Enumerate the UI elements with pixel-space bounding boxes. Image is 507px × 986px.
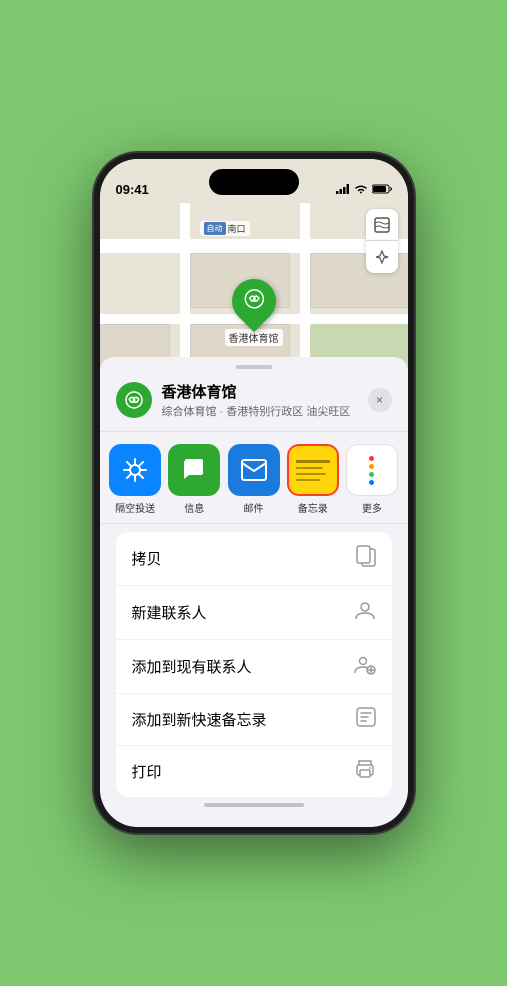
map-label-text: 南口	[228, 222, 246, 235]
new-contact-icon	[354, 599, 376, 626]
action-quick-note[interactable]: 添加到新快速备忘录	[116, 694, 392, 746]
venue-header: 香港体育馆 综合体育馆 · 香港特别行政区 油尖旺区 ×	[100, 377, 408, 432]
action-new-contact[interactable]: 新建联系人	[116, 586, 392, 640]
status-time: 09:41	[116, 182, 149, 197]
airdrop-icon	[109, 444, 161, 496]
print-icon	[354, 759, 376, 784]
action-print[interactable]: 打印	[116, 746, 392, 797]
location-marker: 香港体育馆	[225, 279, 283, 346]
venue-info: 香港体育馆 综合体育馆 · 香港特别行政区 油尖旺区	[162, 381, 358, 419]
share-item-airdrop[interactable]: 隔空投送	[108, 444, 163, 515]
notes-icon	[287, 444, 339, 496]
quick-note-icon	[356, 707, 376, 732]
phone-frame: 09:41	[94, 153, 414, 833]
mail-icon	[228, 444, 280, 496]
action-add-contact-label: 添加到现有联系人	[132, 656, 252, 677]
copy-icon	[356, 545, 376, 572]
map-controls	[366, 209, 398, 273]
action-copy[interactable]: 拷贝	[116, 532, 392, 586]
message-label: 信息	[184, 500, 204, 515]
mail-label: 邮件	[244, 500, 264, 515]
share-row: 隔空投送 信息	[100, 432, 408, 524]
map-label: 自动 南口	[200, 221, 250, 236]
venue-icon	[116, 382, 152, 418]
sheet-handle	[236, 365, 272, 369]
dynamic-island	[209, 169, 299, 195]
airdrop-label: 隔空投送	[115, 500, 155, 515]
marker-pin	[222, 270, 284, 332]
battery-icon	[372, 184, 392, 197]
signal-icon	[336, 184, 350, 197]
notes-label: 备忘录	[298, 500, 328, 515]
action-print-label: 打印	[132, 761, 162, 782]
share-item-message[interactable]: 信息	[167, 444, 222, 515]
action-copy-label: 拷贝	[132, 548, 162, 569]
venue-subtitle: 综合体育馆 · 香港特别行政区 油尖旺区	[162, 403, 358, 419]
status-icons	[336, 184, 392, 197]
map-type-button[interactable]	[366, 209, 398, 241]
message-icon	[168, 444, 220, 496]
phone-screen: 09:41	[100, 159, 408, 827]
bottom-sheet: 香港体育馆 综合体育馆 · 香港特别行政区 油尖旺区 ×	[100, 357, 408, 827]
share-item-more[interactable]: 更多	[344, 444, 399, 515]
action-new-contact-label: 新建联系人	[132, 602, 207, 623]
location-button[interactable]	[366, 241, 398, 273]
venue-name: 香港体育馆	[162, 381, 358, 402]
home-indicator	[204, 803, 304, 807]
share-item-notes[interactable]: 备忘录	[285, 444, 340, 515]
action-add-contact[interactable]: 添加到现有联系人	[116, 640, 392, 694]
close-icon: ×	[376, 393, 383, 407]
map-label-box: 自动	[204, 222, 226, 235]
marker-inner	[243, 288, 265, 315]
share-item-mail[interactable]: 邮件	[226, 444, 281, 515]
more-icon	[346, 444, 398, 496]
more-label: 更多	[362, 500, 382, 515]
action-list: 拷贝 新建联系人	[116, 532, 392, 797]
add-contact-icon	[354, 653, 376, 680]
action-quick-note-label: 添加到新快速备忘录	[132, 709, 267, 730]
wifi-icon	[354, 184, 368, 197]
close-button[interactable]: ×	[368, 388, 392, 412]
